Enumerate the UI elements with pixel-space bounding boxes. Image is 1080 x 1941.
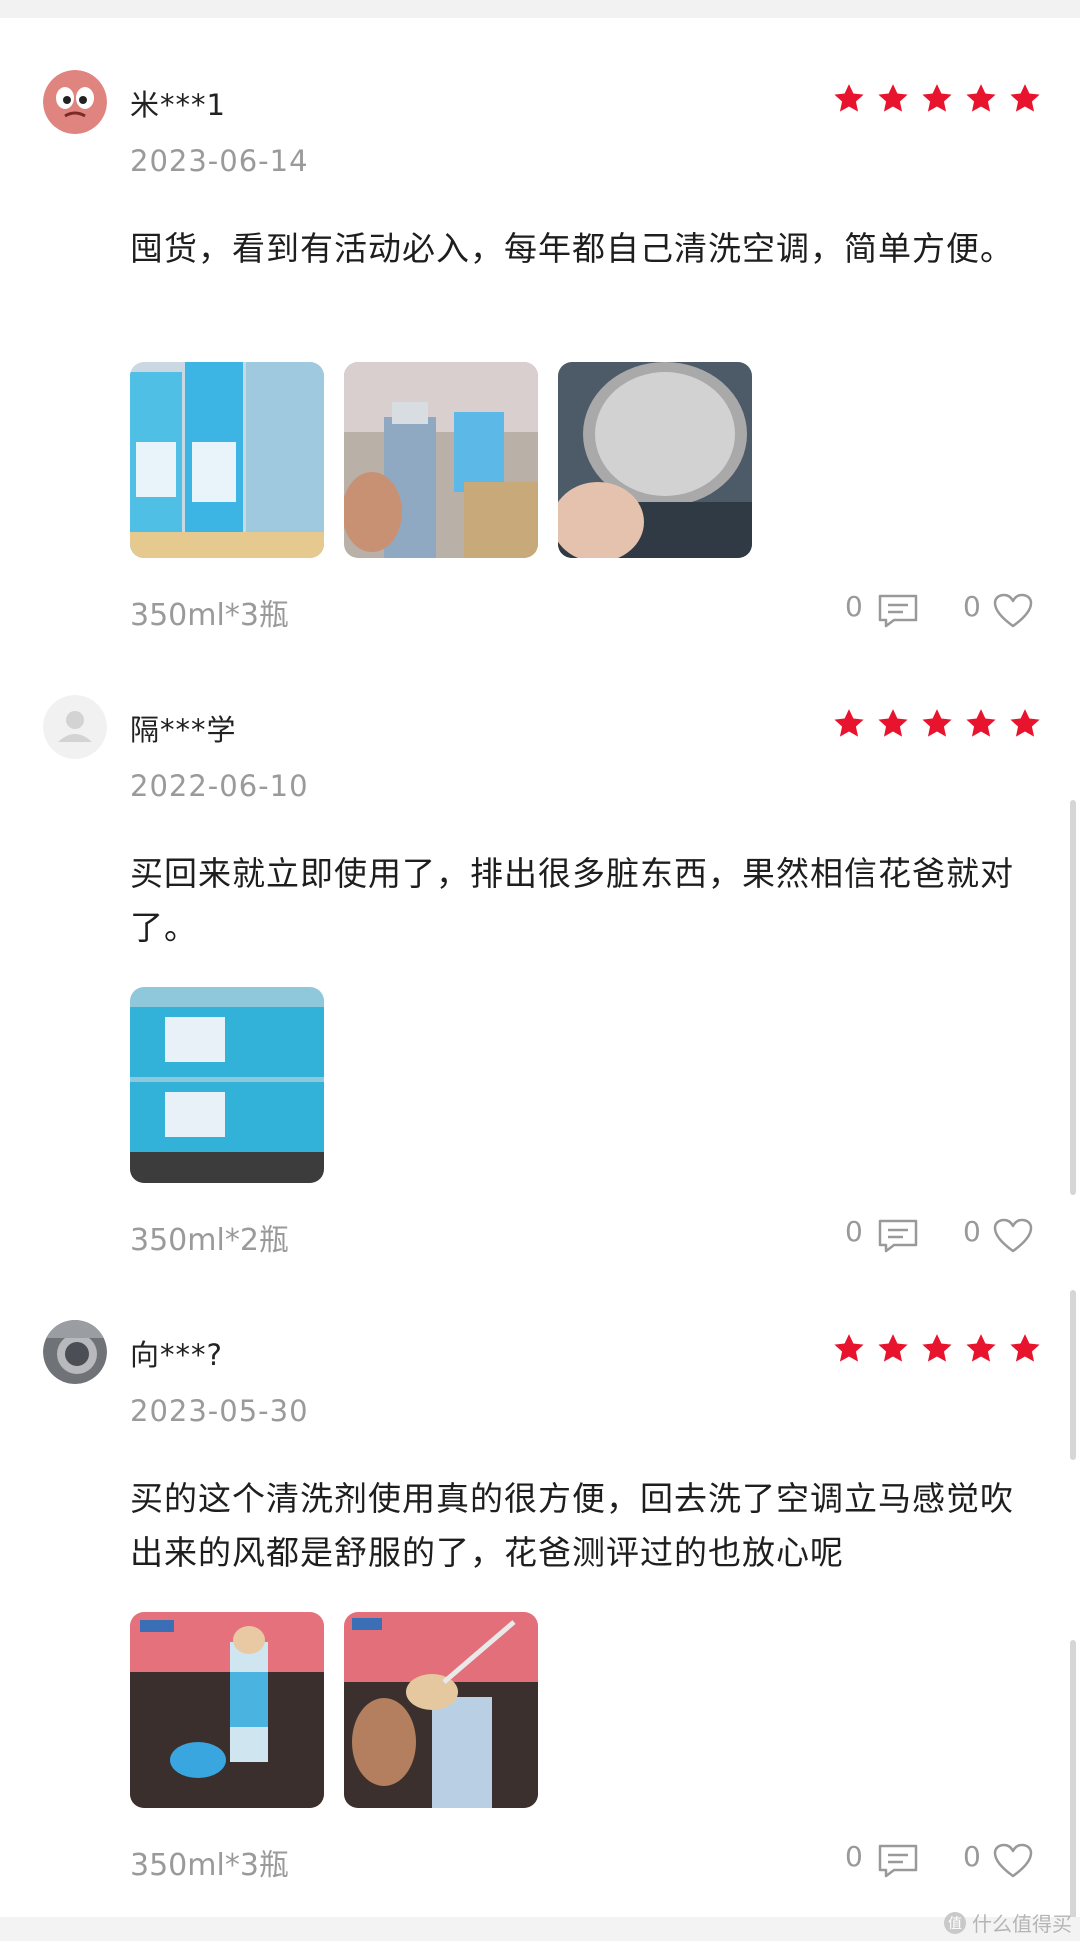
heart-icon[interactable] — [993, 593, 1033, 629]
review-text: 买回来就立即使用了，排出很多脏东西，果然相信花爸就对了。 — [130, 854, 1014, 947]
like-count: 0 — [963, 590, 981, 623]
like-count: 0 — [963, 1840, 981, 1873]
star-icon — [966, 1334, 996, 1362]
star-icon — [922, 84, 952, 112]
photo-grid — [130, 987, 324, 1183]
username: 隔***学 — [130, 713, 237, 747]
review-photo[interactable] — [130, 1612, 324, 1808]
review-date: 2022-06-10 — [130, 769, 309, 803]
comment-icon[interactable] — [877, 593, 919, 629]
like-count: 0 — [963, 1215, 981, 1248]
review-text: 买的这个清洗剂使用真的很方便，回去洗了空调立马感觉吹出来的风都是舒服的了，花爸测… — [130, 1479, 1014, 1572]
review-text: 囤货，看到有活动必入，每年都自己清洗空调，简单方便。 — [130, 229, 1014, 268]
star-icon — [1010, 709, 1040, 737]
photo-grid — [130, 1612, 538, 1808]
star-icon — [922, 1334, 952, 1362]
review-card: 向***? 2023-05-30 买的这个清洗剂使用真的很方便，回去洗了空调立马… — [0, 1250, 1080, 1883]
comment-icon[interactable] — [877, 1843, 919, 1879]
review-card: 米***1 2023-06-14 囤货，看到有活动必入，每年都自己清洗空调，简单… — [0, 0, 1080, 633]
photo-grid — [130, 362, 752, 558]
watermark-text: 什么值得买 — [972, 1912, 1072, 1936]
avatar[interactable] — [43, 695, 107, 759]
star-icon — [834, 1334, 864, 1362]
star-icon — [966, 84, 996, 112]
star-rating — [832, 82, 1042, 116]
bottom-strip — [0, 1917, 1080, 1941]
review-date: 2023-06-14 — [130, 144, 309, 178]
comment-count: 0 — [845, 590, 863, 623]
star-icon — [878, 1334, 908, 1362]
review-card: 隔***学 2022-06-10 买回来就立即使用了，排出很多脏东西，果然相信花… — [0, 625, 1080, 1258]
review-photo[interactable] — [130, 362, 324, 558]
comment-icon[interactable] — [877, 1218, 919, 1254]
scrollbar[interactable] — [1070, 1290, 1076, 1460]
username: 向***? — [130, 1338, 223, 1372]
review-photo[interactable] — [130, 987, 324, 1183]
star-icon — [1010, 1334, 1040, 1362]
avatar[interactable] — [43, 70, 107, 134]
star-icon — [834, 709, 864, 737]
product-spec: 350ml*3瓶 — [130, 1848, 289, 1883]
review-photo[interactable] — [344, 1612, 538, 1808]
heart-icon[interactable] — [993, 1843, 1033, 1879]
comment-count: 0 — [845, 1840, 863, 1873]
star-icon — [878, 709, 908, 737]
review-photo[interactable] — [558, 362, 752, 558]
review-date: 2023-05-30 — [130, 1394, 309, 1428]
review-photo[interactable] — [344, 362, 538, 558]
watermark-logo: 值 — [944, 1911, 966, 1934]
star-icon — [878, 84, 908, 112]
comment-count: 0 — [845, 1215, 863, 1248]
scrollbar[interactable] — [1070, 1640, 1076, 1930]
avatar[interactable] — [43, 1320, 107, 1384]
watermark: 值 什么值得买 — [944, 1908, 1072, 1937]
star-icon — [834, 84, 864, 112]
star-icon — [1010, 84, 1040, 112]
username: 米***1 — [130, 88, 226, 122]
star-rating — [832, 1332, 1042, 1366]
heart-icon[interactable] — [993, 1218, 1033, 1254]
star-icon — [922, 709, 952, 737]
scrollbar[interactable] — [1070, 800, 1076, 1195]
star-rating — [832, 707, 1042, 741]
star-icon — [966, 709, 996, 737]
